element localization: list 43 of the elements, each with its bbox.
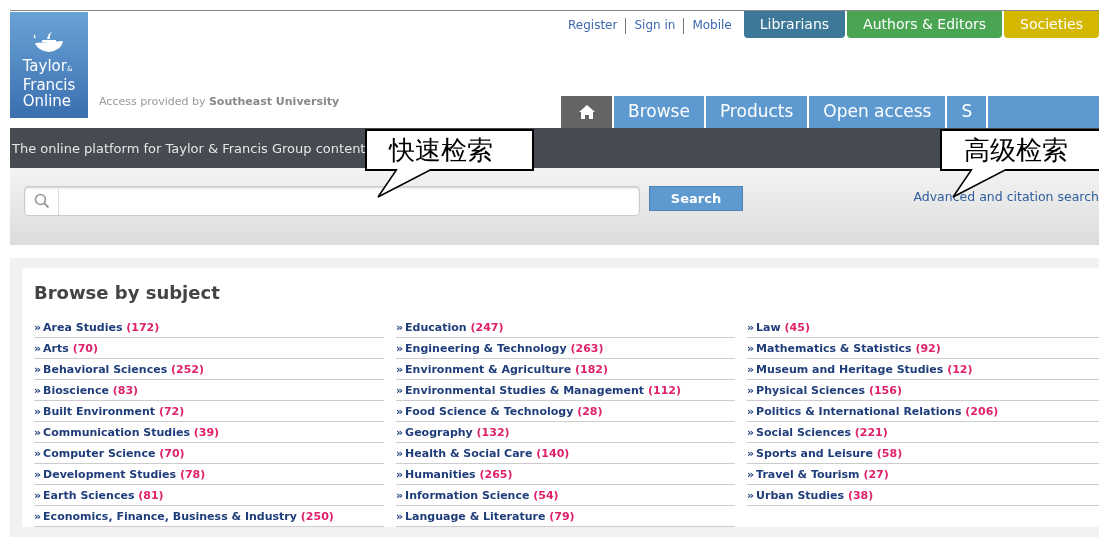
subject-link[interactable]: » Computer Science (70) (34, 446, 185, 460)
subject-link[interactable]: » Physical Sciences (156) (747, 383, 902, 397)
header-link[interactable]: Mobile (692, 18, 732, 32)
audience-tab[interactable]: Librarians (743, 11, 846, 38)
subject-link[interactable]: » Health & Social Care (140) (396, 446, 570, 460)
subject-link[interactable]: » Communication Studies (39) (34, 425, 220, 439)
logo-text: Francis (22, 77, 76, 93)
subject-link[interactable]: » Education (247) (396, 320, 504, 334)
subject-link[interactable]: » Development Studies (78) (34, 467, 206, 481)
home-icon (577, 104, 596, 120)
subject-link[interactable]: » Travel & Tourism (27) (747, 467, 889, 481)
subject-link[interactable]: » Mathematics & Statistics (92) (747, 341, 941, 355)
subject-link[interactable]: » Environmental Studies & Management (112) (396, 383, 681, 397)
subject-link[interactable]: » Engineering & Technology (263) (396, 341, 604, 355)
subject-link[interactable]: » Economics, Finance, Business & Industry (250) (34, 509, 334, 523)
subject-link[interactable]: » Environment & Agriculture (182) (396, 362, 608, 376)
search-icon (34, 192, 50, 209)
subject-link[interactable]: » Area Studies (172) (34, 320, 160, 334)
access-note: Access provided by Southeast University (99, 95, 340, 108)
subject-link[interactable]: » Language & Literature (79) (396, 509, 575, 523)
subject-link[interactable]: » Museum and Heritage Studies (12) (747, 362, 973, 376)
subject-link[interactable]: » Social Sciences (221) (747, 425, 888, 439)
subject-link[interactable]: » Information Science (54) (396, 488, 559, 502)
subject-link[interactable]: » Built Environment (72) (34, 404, 185, 418)
subject-link[interactable]: » Humanities (265) (396, 467, 513, 481)
subject-link[interactable]: » Food Science & Technology (28) (396, 404, 603, 418)
section-title: Browse by subject (22, 268, 1099, 317)
subject-link[interactable]: » Urban Studies (38) (747, 488, 874, 502)
subject-link[interactable]: » Law (45) (747, 320, 810, 334)
subject-link[interactable]: » Arts (70) (34, 341, 99, 355)
logo-text: Online (22, 93, 73, 109)
header-link[interactable]: Register (568, 18, 618, 32)
advanced-search-link[interactable]: Advanced and citation search (913, 188, 1099, 204)
nav-tab[interactable] (988, 96, 1099, 128)
subject-link[interactable]: » Politics & International Relations (206) (747, 404, 999, 418)
subject-link[interactable]: » Earth Sciences (81) (34, 488, 164, 502)
subject-link[interactable]: » Behavioral Sciences (252) (34, 362, 205, 376)
header-link[interactable]: Sign in (634, 18, 676, 32)
subject-link[interactable]: » Geography (132) (396, 425, 510, 439)
subject-link[interactable]: » Sports and Leisure (58) (747, 446, 903, 460)
home-tab[interactable] (561, 96, 612, 128)
tagline: The online platform for Taylor & Francis Group content (12, 140, 366, 156)
subject-link[interactable]: » Bioscience (83) (34, 383, 139, 397)
